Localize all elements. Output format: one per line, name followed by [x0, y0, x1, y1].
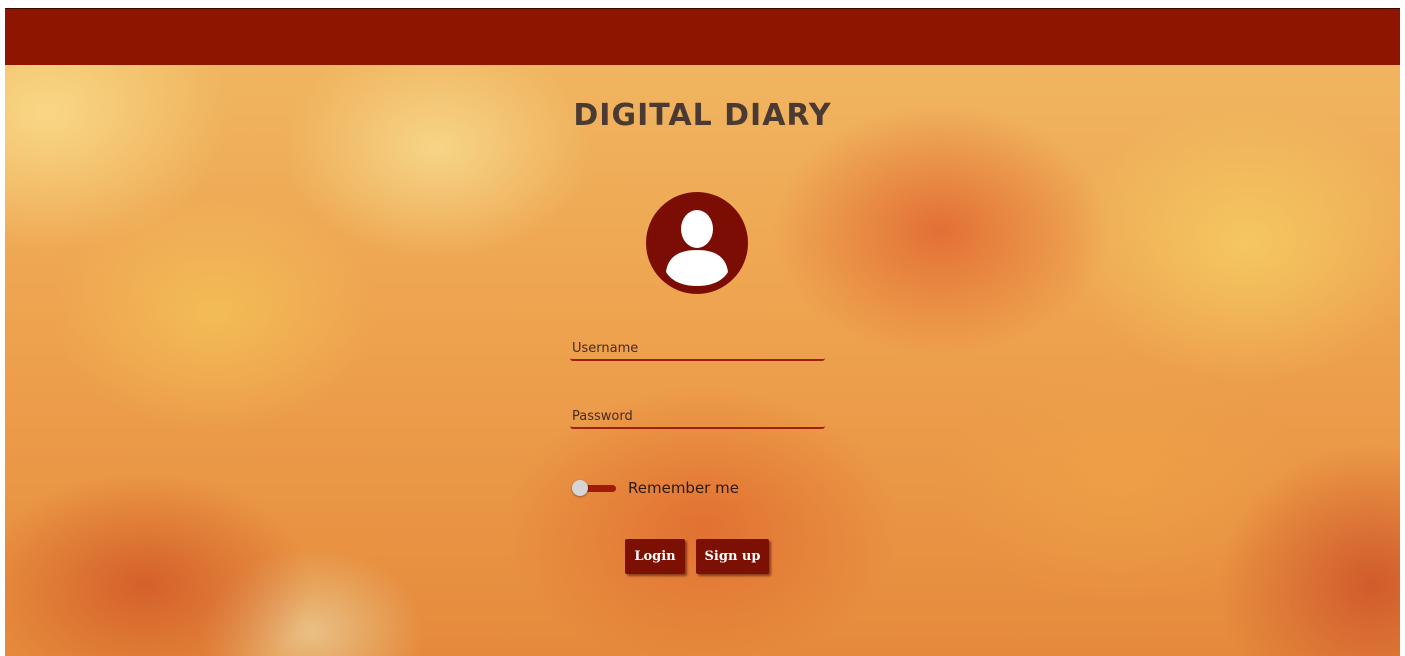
remember-me-row: Remember me [572, 476, 739, 500]
sign-up-button[interactable]: Sign up [696, 539, 769, 574]
top-nav-bar [5, 9, 1400, 65]
page-title: DIGITAL DIARY [573, 98, 832, 133]
user-icon [646, 192, 748, 294]
remember-me-toggle[interactable] [572, 480, 616, 496]
toggle-knob [572, 480, 588, 496]
login-button[interactable]: Login [625, 539, 685, 574]
username-input[interactable] [570, 337, 825, 361]
remember-me-label: Remember me [628, 479, 739, 497]
password-input[interactable] [570, 405, 825, 429]
